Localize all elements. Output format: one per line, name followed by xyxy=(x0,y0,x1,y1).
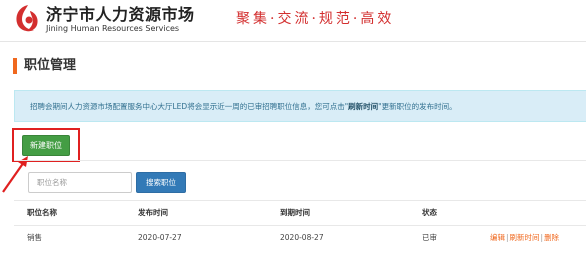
cell-status: 已审 xyxy=(422,233,437,242)
column-header-status: 状态 xyxy=(422,208,437,217)
cell-expire-date: 2020-08-27 xyxy=(280,233,324,242)
refresh-time-link[interactable]: 刷新时间 xyxy=(510,233,540,242)
info-notice-text: 招聘会期间人力资源市场配置服务中心大厅LED将会显示近一周的已审招聘职位信息，您… xyxy=(30,102,457,111)
table-header-divider xyxy=(14,225,586,226)
cell-job-name: 销售 xyxy=(27,233,42,242)
row-actions: 编辑|刷新时间|删除 xyxy=(490,232,559,243)
column-header-expire: 到期时间 xyxy=(280,208,310,217)
logo-icon xyxy=(16,5,38,32)
search-job-button[interactable]: 搜索职位 xyxy=(136,172,186,193)
site-header: 济宁市人力资源市场 Jining Human Resources Service… xyxy=(0,0,586,40)
column-header-name: 职位名称 xyxy=(27,208,57,217)
logo-title: 济宁市人力资源市场 xyxy=(46,5,195,24)
notice-keyword: 刷新时间 xyxy=(348,102,379,111)
column-header-publish: 发布时间 xyxy=(138,208,168,217)
cell-publish-date: 2020-07-27 xyxy=(138,233,182,242)
edit-link[interactable]: 编辑 xyxy=(490,233,505,242)
info-notice: 招聘会期间人力资源市场配置服务中心大厅LED将会显示近一周的已审招聘职位信息，您… xyxy=(14,90,586,122)
title-accent-bar xyxy=(13,58,17,74)
delete-link[interactable]: 删除 xyxy=(544,233,559,242)
job-name-search-input[interactable] xyxy=(28,172,132,193)
logo-subtitle: Jining Human Resources Services xyxy=(46,24,180,33)
notice-prefix: 招聘会期间人力资源市场配置服务中心大厅LED将会显示近一周的已审招聘职位信息，您… xyxy=(30,102,345,111)
table-top-divider xyxy=(14,200,586,201)
header-divider xyxy=(0,41,586,42)
header-slogan: 聚集·交流·规范·高效 xyxy=(236,11,395,27)
notice-suffix: 更新职位的发布时间。 xyxy=(381,102,457,111)
toolbar-divider xyxy=(14,160,586,161)
page-title: 职位管理 xyxy=(24,58,77,73)
